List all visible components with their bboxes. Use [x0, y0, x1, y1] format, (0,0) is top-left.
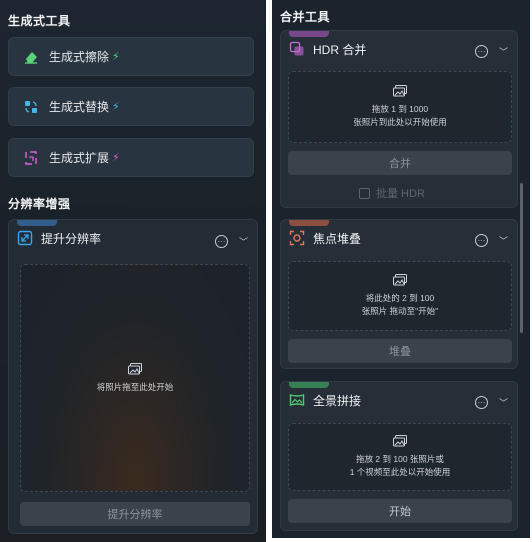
- upscale-button[interactable]: 提升分辨率: [20, 502, 250, 526]
- hdr-icon: [289, 41, 304, 56]
- image-icon: [393, 435, 407, 447]
- generative-replace-label: 生成式替换: [49, 100, 110, 114]
- panorama-title: 全景拼接: [313, 393, 362, 408]
- left-panel: 生成式工具 生成式擦除 ⚡ 生成式替换 ⚡ 生成式扩展 ⚡ 分辨率增强 提升分辨…: [0, 0, 266, 542]
- expand-icon: [25, 150, 37, 165]
- hdr-drop-line1: 拖放 1 到 1000: [371, 104, 429, 114]
- right-panel: 合并工具 HDR 合并 ··· ﹀ 拖放 1 到 1000 张照片到此处以开始使…: [272, 0, 530, 538]
- focus-drop-line1: 将此处的 2 到 100: [365, 293, 435, 303]
- panorama-drop-line1: 拖放 2 到 100 张照片或: [356, 454, 444, 464]
- merge-tools-title: 合并工具: [280, 10, 331, 24]
- upscale-title: 提升分辨率: [41, 231, 102, 246]
- generative-replace-button[interactable]: 生成式替换 ⚡: [8, 87, 254, 126]
- lightning-icon: ⚡: [112, 152, 120, 164]
- hdr-drop-zone[interactable]: 拖放 1 到 1000 张照片到此处以开始使用: [288, 71, 512, 143]
- replace-icon: [25, 100, 37, 113]
- upscale-card: 提升分辨率 ··· ﹀ 将照片拖至此处开始 提升分辨率: [8, 219, 258, 534]
- upscale-drop-text: 将照片拖至此处开始: [96, 381, 174, 392]
- generative-expand-button[interactable]: 生成式扩展 ⚡: [8, 138, 254, 177]
- focus-stack-icon: [289, 230, 305, 246]
- more-options-icon[interactable]: ···: [475, 234, 488, 247]
- chevron-down-icon[interactable]: ﹀: [499, 234, 508, 247]
- generative-expand-label: 生成式扩展: [49, 151, 110, 165]
- generative-erase-label: 生成式擦除: [49, 50, 110, 64]
- lightning-icon: ⚡: [112, 101, 120, 113]
- panorama-icon: [289, 394, 305, 406]
- focus-drop-line2: 张照片 拖动至"开始": [361, 306, 439, 316]
- lightning-icon: ⚡: [112, 51, 120, 63]
- eraser-icon: [25, 51, 37, 64]
- hdr-title: HDR 合并: [313, 42, 367, 57]
- panorama-drop-zone[interactable]: 拖放 2 到 100 张照片或 1 个视频至此处以开始使用: [288, 423, 512, 491]
- upscale-icon: [17, 230, 33, 246]
- panorama-start-button[interactable]: 开始: [288, 499, 512, 523]
- upscale-drop-zone[interactable]: 将照片拖至此处开始: [20, 264, 250, 492]
- chevron-down-icon[interactable]: ﹀: [499, 45, 508, 58]
- chevron-down-icon[interactable]: ﹀: [499, 396, 508, 409]
- panorama-drop-line2: 1 个视频至此处以开始使用: [349, 467, 451, 477]
- resolution-title: 分辨率增强: [8, 197, 71, 211]
- focus-title: 焦点堆叠: [313, 231, 362, 246]
- focus-stack-card: 焦点堆叠 ··· ﹀ 将此处的 2 到 100 张照片 拖动至"开始" 堆叠: [280, 219, 518, 369]
- generative-tools-title: 生成式工具: [8, 14, 71, 28]
- focus-stack-button[interactable]: 堆叠: [288, 339, 512, 363]
- chevron-down-icon[interactable]: ﹀: [239, 235, 248, 248]
- image-icon: [393, 85, 407, 97]
- hdr-drop-line2: 张照片到此处以开始使用: [353, 117, 447, 127]
- hdr-merge-card: HDR 合并 ··· ﹀ 拖放 1 到 1000 张照片到此处以开始使用 合并 …: [280, 30, 518, 208]
- more-options-icon[interactable]: ···: [475, 396, 488, 409]
- more-options-icon[interactable]: ···: [475, 45, 488, 58]
- generative-erase-button[interactable]: 生成式擦除 ⚡: [8, 37, 254, 76]
- hdr-merge-button[interactable]: 合并: [288, 151, 512, 175]
- image-icon: [128, 362, 142, 374]
- batch-hdr-checkbox[interactable]: 批量 HDR: [359, 185, 425, 201]
- more-options-icon[interactable]: ···: [215, 235, 228, 248]
- scrollbar[interactable]: [520, 183, 523, 333]
- image-icon: [393, 274, 407, 286]
- batch-hdr-label: 批量 HDR: [376, 188, 425, 200]
- focus-drop-zone[interactable]: 将此处的 2 到 100 张照片 拖动至"开始": [288, 261, 512, 331]
- checkbox-box[interactable]: [359, 187, 370, 199]
- panorama-card: 全景拼接 ··· ﹀ 拖放 2 到 100 张照片或 1 个视频至此处以开始使用…: [280, 381, 518, 531]
